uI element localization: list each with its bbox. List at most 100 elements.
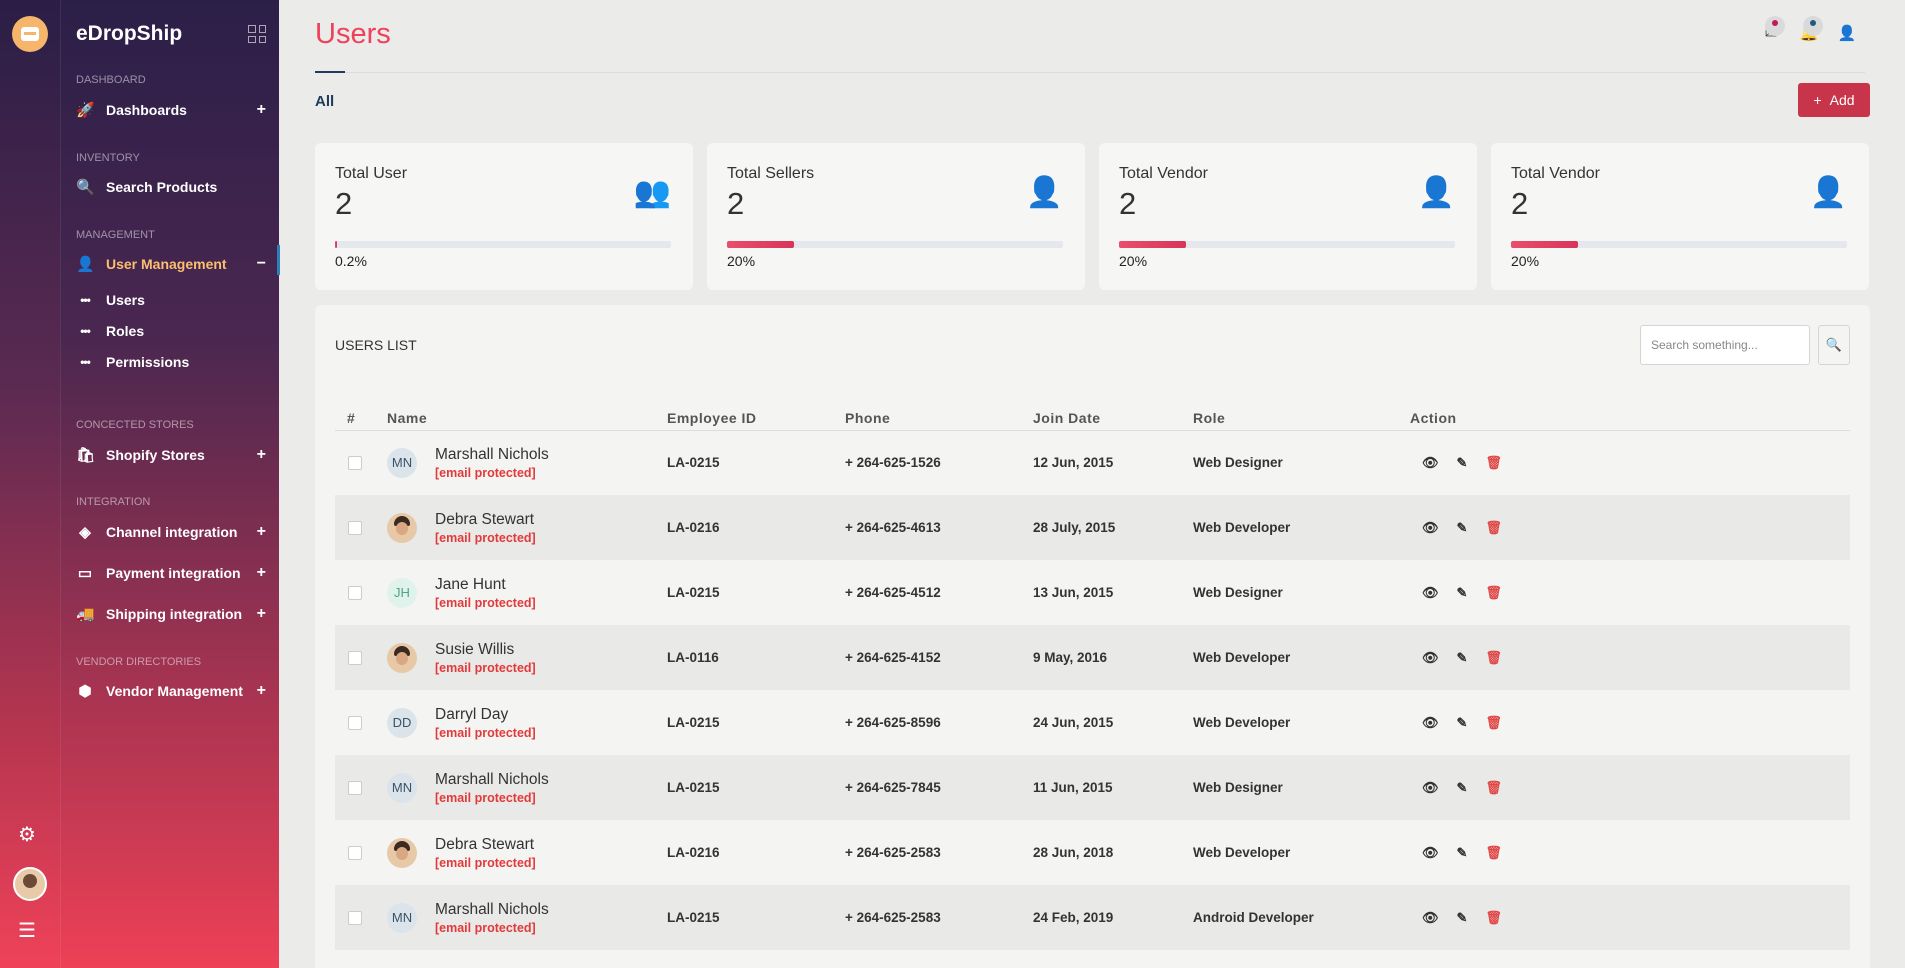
row-checkbox[interactable] bbox=[348, 780, 362, 795]
row-checkbox[interactable] bbox=[348, 585, 362, 600]
eye-icon[interactable]: 👁 bbox=[1422, 520, 1439, 536]
trash-icon[interactable]: 🗑 bbox=[1485, 520, 1502, 536]
trash-icon[interactable]: 🗑 bbox=[1485, 650, 1502, 666]
sidebar-item-search-products[interactable]: 🔍 Search Products bbox=[76, 178, 266, 196]
table-row[interactable]: JH Jane Hunt [email protected] LA-0215 + 264… bbox=[335, 560, 1850, 625]
eye-icon[interactable]: 👁 bbox=[1422, 455, 1439, 471]
avatar bbox=[387, 512, 417, 543]
expand-icon[interactable]: + bbox=[257, 446, 266, 464]
eye-icon[interactable]: 👁 bbox=[1422, 650, 1439, 666]
eye-icon[interactable]: 👁 bbox=[1422, 780, 1439, 796]
expand-icon[interactable]: + bbox=[257, 523, 266, 541]
edit-icon[interactable]: ✎ bbox=[1457, 520, 1468, 536]
sidebar-item-label: Permissions bbox=[106, 354, 190, 370]
user-email[interactable]: [email protected] bbox=[435, 466, 549, 480]
tab-all[interactable]: All bbox=[315, 93, 334, 110]
user-icon[interactable]: 👤 bbox=[1837, 24, 1857, 42]
collapse-icon[interactable]: − bbox=[257, 255, 266, 273]
sidebar-item-label: Shopify Stores bbox=[106, 447, 205, 463]
gear-icon[interactable]: ⚙ bbox=[18, 822, 36, 847]
add-button[interactable]: + Add bbox=[1798, 83, 1870, 117]
sidebar-item-shipping[interactable]: 🚚 Shipping integration + bbox=[76, 605, 266, 623]
employee-id: LA-0216 bbox=[667, 495, 845, 560]
eye-icon[interactable]: 👁 bbox=[1422, 910, 1439, 926]
search-input[interactable]: Search something... bbox=[1640, 325, 1810, 365]
user-email[interactable]: [email protected] bbox=[435, 791, 549, 805]
table-row[interactable]: MN Marshall Nichols [email protected] LA-02… bbox=[335, 430, 1850, 495]
sidebar-item-permissions[interactable]: ••• Permissions bbox=[76, 354, 189, 370]
trash-icon[interactable]: 🗑 bbox=[1485, 845, 1502, 861]
table-row[interactable]: Debra Stewart [email protected] LA-0216 + 2… bbox=[335, 495, 1850, 560]
stat-percent: 20% bbox=[1511, 253, 1540, 269]
sidebar-item-channel[interactable]: ◈ Channel integration + bbox=[76, 523, 266, 541]
row-checkbox[interactable] bbox=[348, 715, 362, 730]
grid-icon[interactable] bbox=[248, 25, 266, 43]
table-row[interactable]: Debra Stewart [email protected] LA-0216 + 2… bbox=[335, 820, 1850, 885]
sidebar-item-vendor-management[interactable]: ⬢ Vendor Management + bbox=[76, 682, 266, 700]
trash-icon[interactable]: 🗑 bbox=[1485, 585, 1502, 601]
edit-icon[interactable]: ✎ bbox=[1457, 650, 1468, 666]
sidebar-item-shopify[interactable]: 🛍 Shopify Stores + bbox=[76, 446, 266, 464]
progress-fill bbox=[1119, 241, 1187, 248]
role: Web Developer bbox=[1193, 625, 1410, 690]
user-email[interactable]: [email protected] bbox=[435, 726, 536, 740]
user-email[interactable]: [email protected] bbox=[435, 921, 549, 935]
dots-icon: ••• bbox=[80, 355, 91, 369]
row-checkbox[interactable] bbox=[348, 910, 362, 925]
expand-icon[interactable]: + bbox=[257, 682, 266, 700]
sidebar-item-payment[interactable]: ▭ Payment integration + bbox=[76, 564, 266, 582]
logo-icon[interactable] bbox=[12, 16, 48, 52]
trash-icon[interactable]: 🗑 bbox=[1485, 715, 1502, 731]
trash-icon[interactable]: 🗑 bbox=[1485, 780, 1502, 796]
edit-icon[interactable]: ✎ bbox=[1457, 455, 1468, 471]
user-email[interactable]: [email protected] bbox=[435, 661, 536, 675]
user-email[interactable]: [email protected] bbox=[435, 531, 536, 545]
column-header: Join Date bbox=[1033, 400, 1193, 431]
expand-icon[interactable]: + bbox=[257, 564, 266, 582]
row-checkbox[interactable] bbox=[348, 845, 362, 860]
mail-icon[interactable]: ✉ bbox=[1761, 16, 1785, 42]
expand-icon[interactable]: + bbox=[257, 605, 266, 623]
sidebar-item-user-management[interactable]: 👤 User Management − bbox=[76, 255, 266, 273]
trash-icon[interactable]: 🗑 bbox=[1485, 910, 1502, 926]
trash-icon[interactable]: 🗑 bbox=[1485, 455, 1502, 471]
eye-icon[interactable]: 👁 bbox=[1422, 715, 1439, 731]
join-date: 24 Feb, 2019 bbox=[1033, 885, 1193, 950]
row-checkbox[interactable] bbox=[348, 520, 362, 535]
edit-icon[interactable]: ✎ bbox=[1457, 780, 1468, 796]
shopping-bag-icon: 🛍 bbox=[76, 447, 96, 464]
user-email[interactable]: [email protected] bbox=[435, 856, 536, 870]
sidebar-item-users[interactable]: ••• Users bbox=[76, 292, 145, 308]
table-row[interactable]: MN Marshall Nichols [email protected] LA-02… bbox=[335, 885, 1850, 950]
table-row[interactable]: DD Darryl Day [email protected] LA-0215 + 26… bbox=[335, 690, 1850, 755]
bell-icon[interactable]: 🔔 bbox=[1799, 16, 1823, 42]
row-checkbox[interactable] bbox=[348, 455, 362, 470]
join-date: 28 Jun, 2018 bbox=[1033, 845, 1114, 860]
progress-bar bbox=[1511, 241, 1847, 248]
edit-icon[interactable]: ✎ bbox=[1457, 585, 1468, 601]
menu-lines-icon[interactable]: ☰ bbox=[18, 918, 36, 943]
page-title: Users bbox=[315, 18, 391, 50]
expand-icon[interactable]: + bbox=[257, 101, 266, 119]
edit-icon[interactable]: ✎ bbox=[1457, 845, 1468, 861]
eye-icon[interactable]: 👁 bbox=[1422, 585, 1439, 601]
user-email[interactable]: [email protected] bbox=[435, 596, 536, 610]
row-checkbox[interactable] bbox=[348, 650, 362, 665]
search-button[interactable]: 🔍 bbox=[1818, 325, 1850, 365]
edit-icon[interactable]: ✎ bbox=[1457, 910, 1468, 926]
column-header: # bbox=[335, 400, 387, 431]
sidebar-item-roles[interactable]: ••• Roles bbox=[76, 323, 144, 339]
table-row[interactable]: Susie Willis [email protected] LA-0116 + 26… bbox=[335, 625, 1850, 690]
edit-icon[interactable]: ✎ bbox=[1457, 715, 1468, 731]
table-row[interactable]: MN Marshall Nichols [email protected] LA-02… bbox=[335, 755, 1850, 820]
sidebar: eDropShip DASHBOARD 🚀 Dashboards + INVEN… bbox=[60, 0, 280, 968]
layers-icon: ◈ bbox=[79, 524, 91, 541]
eye-icon[interactable]: 👁 bbox=[1422, 845, 1439, 861]
role: Web Designer bbox=[1193, 455, 1283, 471]
sidebar-item-dashboards[interactable]: 🚀 Dashboards + bbox=[76, 101, 266, 119]
avatar[interactable] bbox=[13, 867, 47, 901]
sidebar-item-label: Users bbox=[106, 292, 145, 308]
tab-indicator bbox=[315, 71, 345, 73]
stat-percent: 20% bbox=[727, 253, 756, 269]
user-icon: 👤 bbox=[1025, 176, 1063, 209]
